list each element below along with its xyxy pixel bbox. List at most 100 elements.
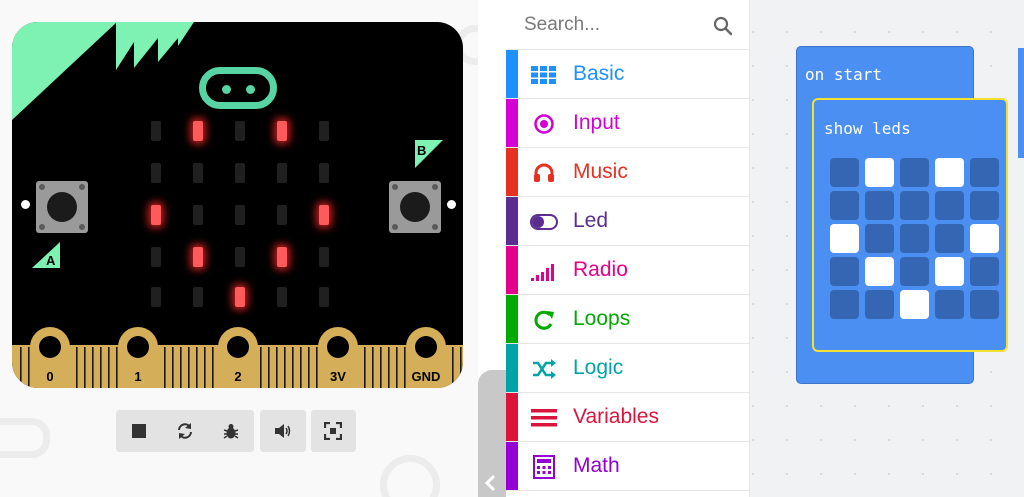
category-label: Led <box>573 209 609 232</box>
category-label: Radio <box>573 258 628 281</box>
led-r4-c3 <box>277 287 287 307</box>
led-toggle-r0-c4[interactable] <box>970 158 999 187</box>
led-toggle-r3-c0[interactable] <box>830 257 859 286</box>
category-color-bar <box>506 246 518 294</box>
pin-3v-pad[interactable]: 3V <box>318 327 358 388</box>
led-r1-c2 <box>235 163 245 183</box>
loop-arrow-icon <box>530 307 558 333</box>
button-a-label: A <box>46 253 56 268</box>
show-leds-block[interactable]: show leds <box>812 98 1008 352</box>
led-toggle-r1-c0[interactable] <box>830 191 859 220</box>
pin-label: GND <box>411 369 441 384</box>
stop-button[interactable] <box>118 410 160 452</box>
restart-button[interactable] <box>164 410 206 452</box>
search-icon[interactable] <box>713 16 733 36</box>
led-toggle-r0-c2[interactable] <box>900 158 929 187</box>
pin-label: 0 <box>46 369 54 384</box>
category-label: Logic <box>573 356 624 379</box>
led-toggle-r2-c1[interactable] <box>865 224 894 253</box>
category-logic[interactable]: Logic <box>506 344 750 393</box>
pin-label: 2 <box>234 369 242 384</box>
category-basic[interactable]: Basic <box>506 50 750 99</box>
category-color-bar <box>506 442 518 490</box>
search-input[interactable] <box>524 12 704 38</box>
led-r3-c4 <box>319 247 329 267</box>
pin-2-pad[interactable]: 2 <box>218 327 258 388</box>
led-r3-c2 <box>235 247 245 267</box>
side-hole <box>21 200 30 209</box>
category-color-bar <box>506 50 518 98</box>
led-toggle-r2-c0[interactable] <box>830 224 859 253</box>
category-color-bar <box>506 99 518 147</box>
led-toggle-r4-c4[interactable] <box>970 290 999 319</box>
led-toggle-r3-c4[interactable] <box>970 257 999 286</box>
led-toggle-r2-c2[interactable] <box>900 224 929 253</box>
category-color-bar <box>506 295 518 343</box>
category-music[interactable]: Music <box>506 148 750 197</box>
toolbox-search <box>506 0 750 50</box>
led-toggle-r1-c3[interactable] <box>935 191 964 220</box>
led-toggle-r1-c2[interactable] <box>900 191 929 220</box>
pin-1-pad[interactable]: 1 <box>118 327 158 388</box>
led-toggle-r0-c0[interactable] <box>830 158 859 187</box>
speaker-icon <box>275 424 291 438</box>
led-toggle-r0-c1[interactable] <box>865 158 894 187</box>
pin-0-pad[interactable]: 0 <box>30 327 70 388</box>
category-color-bar <box>506 393 518 441</box>
led-toggle-r3-c2[interactable] <box>900 257 929 286</box>
category-radio[interactable]: Radio <box>506 246 750 295</box>
led-toggle-r2-c3[interactable] <box>935 224 964 253</box>
led-toggle-r4-c3[interactable] <box>935 290 964 319</box>
stop-icon <box>132 424 146 438</box>
led-toggle-r3-c3[interactable] <box>935 257 964 286</box>
led-r2-c1 <box>193 205 203 225</box>
button-a[interactable] <box>36 181 88 233</box>
led-r1-c3 <box>277 163 287 183</box>
category-label: Music <box>573 160 628 183</box>
signal-bars-icon <box>530 258 558 284</box>
led-r2-c0 <box>151 205 161 225</box>
led-r4-c4 <box>319 287 329 307</box>
button-b[interactable] <box>389 181 441 233</box>
fullscreen-button[interactable] <box>312 410 354 452</box>
pin-gnd-pad[interactable]: GND <box>406 327 446 388</box>
led-toggle-r2-c4[interactable] <box>970 224 999 253</box>
debug-button[interactable] <box>210 410 252 452</box>
category-loops[interactable]: Loops <box>506 295 750 344</box>
led-r3-c3 <box>277 247 287 267</box>
collapse-simulator-handle[interactable] <box>478 370 506 497</box>
microbit-board: A B 0 1 2 3V GND <box>12 22 463 388</box>
led-r3-c0 <box>151 247 161 267</box>
led-toggle-r4-c1[interactable] <box>865 290 894 319</box>
category-variables[interactable]: Variables <box>506 393 750 442</box>
category-math[interactable]: Math <box>506 442 750 491</box>
led-r4-c0 <box>151 287 161 307</box>
mute-control <box>260 410 306 452</box>
led-r4-c2 <box>235 287 245 307</box>
led-r0-c3 <box>277 121 287 141</box>
led-toggle-r0-c3[interactable] <box>935 158 964 187</box>
simulator-panel: A B 0 1 2 3V GND <box>0 0 478 497</box>
fullscreen-icon <box>324 422 342 440</box>
category-input[interactable]: Input <box>506 99 750 148</box>
button-b-label: B <box>417 143 427 158</box>
category-color-bar <box>506 344 518 392</box>
led-r1-c1 <box>193 163 203 183</box>
toolbox: Basic Input Music Led Radio <box>506 0 750 497</box>
led-toggle-r4-c2[interactable] <box>900 290 929 319</box>
background-doodle <box>0 418 50 458</box>
category-label: Variables <box>573 405 659 428</box>
led-toggle-r3-c1[interactable] <box>865 257 894 286</box>
microbit-logo-icon <box>199 67 277 109</box>
led-toggle-r1-c4[interactable] <box>970 191 999 220</box>
category-led[interactable]: Led <box>506 197 750 246</box>
partial-block <box>1018 48 1024 158</box>
led-toggle-r1-c1[interactable] <box>865 191 894 220</box>
toggle-icon <box>530 209 558 235</box>
led-r0-c1 <box>193 121 203 141</box>
led-toggle-r4-c0[interactable] <box>830 290 859 319</box>
mute-button[interactable] <box>262 410 304 452</box>
bug-icon <box>223 424 239 439</box>
blocks-workspace[interactable]: on start show leds <box>750 0 1024 497</box>
led-r0-c2 <box>235 121 245 141</box>
